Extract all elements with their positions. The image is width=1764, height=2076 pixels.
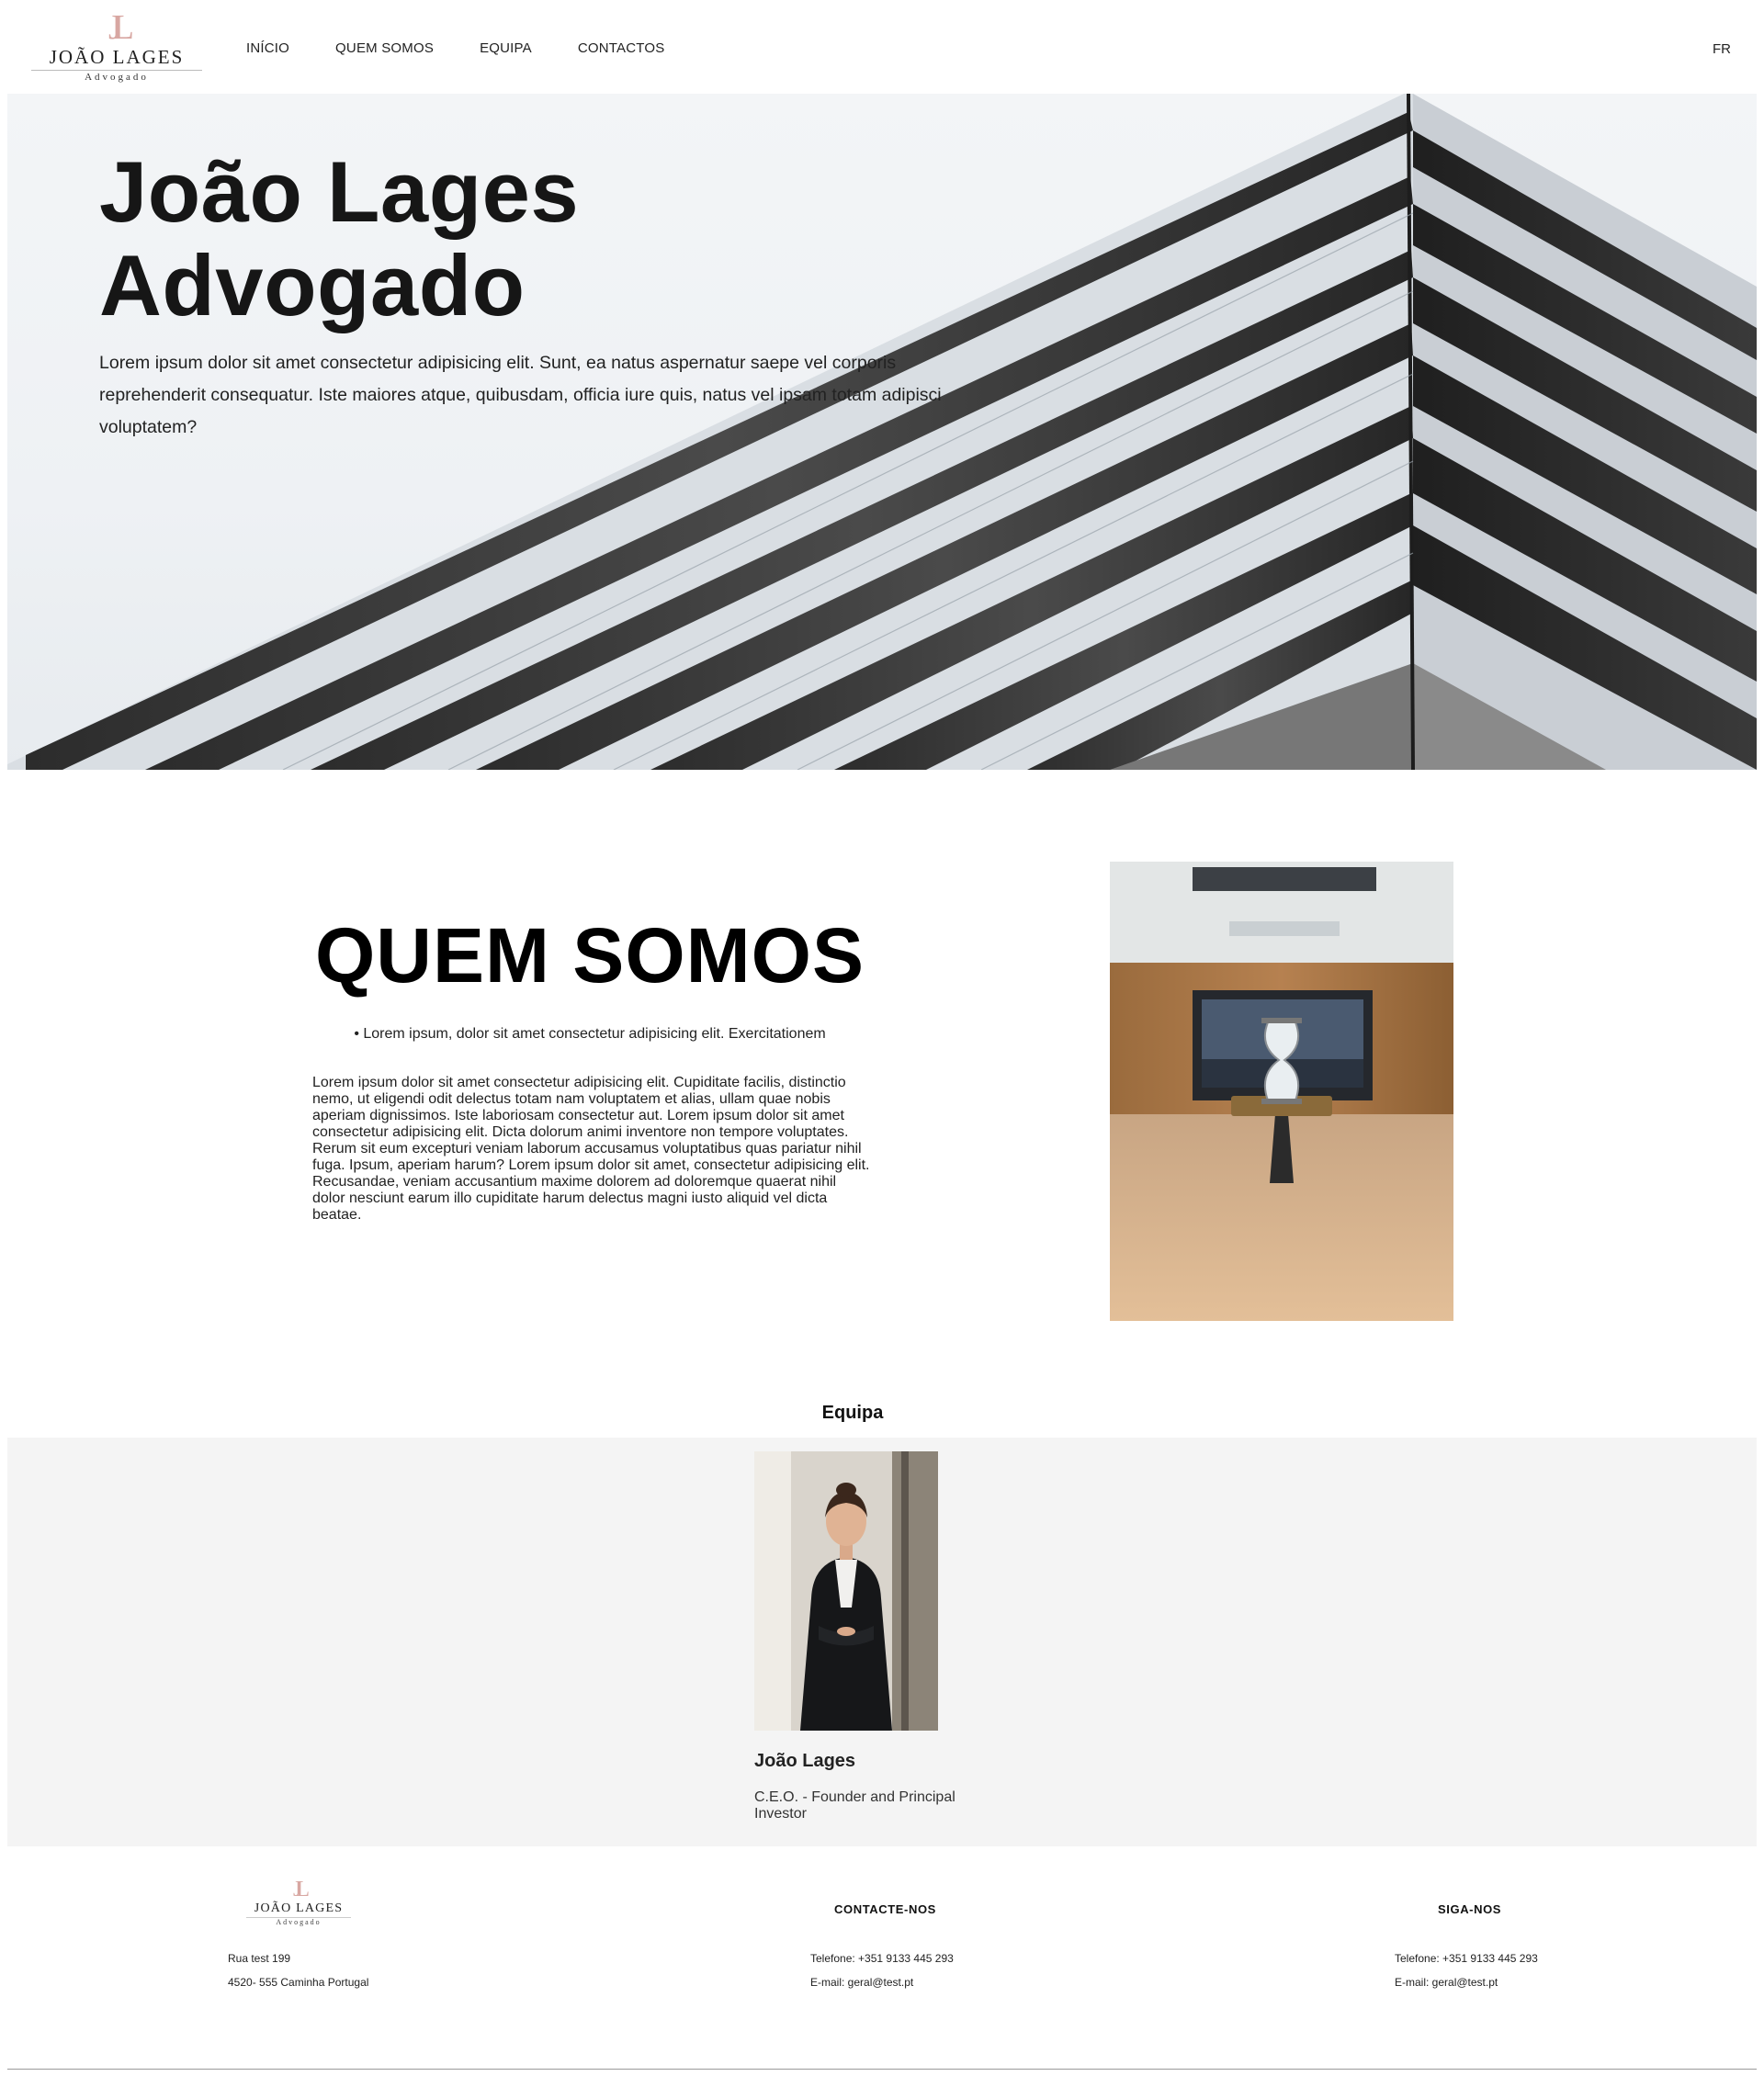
logo-name: JOÃO LAGES	[49, 46, 185, 68]
hero-description: Lorem ipsum dolor sit amet consectetur a…	[99, 353, 942, 437]
footer-logo-divider	[246, 1917, 351, 1918]
footer-logo-monogram: JL	[293, 1878, 310, 1901]
nav-link-equipa[interactable]: EQUIPA	[480, 40, 532, 56]
footer-contact-title: CONTACTE-NOS	[834, 1902, 936, 1916]
footer-address-line1: Rua test 199	[228, 1952, 291, 1965]
footer-follow-phone[interactable]: Telefone: +351 9133 445 293	[1395, 1952, 1538, 1965]
team-member-role: C.E.O. - Founder and Principal Investor	[754, 1789, 956, 1822]
footer-follow-email[interactable]: E-mail: geral@test.pt	[1395, 1976, 1498, 1989]
hero-title-line1: João Lages	[99, 143, 580, 240]
team-member-photo	[754, 1451, 938, 1731]
logo-divider	[31, 70, 202, 71]
footer-contact-phone[interactable]: Telefone: +351 9133 445 293	[810, 1952, 954, 1965]
logo-monogram: JL	[108, 8, 134, 47]
main-nav: INÍCIO QUEM SOMOS EQUIPA CONTACTOS	[246, 40, 710, 56]
hero-title: João Lages Advogado	[99, 145, 981, 333]
footer-address-line2: 4520- 555 Caminha Portugal	[228, 1976, 369, 1989]
logo[interactable]: JL JOÃO LAGES Advogado	[31, 9, 202, 86]
about-title: QUEM SOMOS	[314, 912, 865, 999]
footer-contact-email[interactable]: E-mail: geral@test.pt	[810, 1976, 913, 1989]
about-body: Lorem ipsum dolor sit amet consectetur a…	[312, 1075, 870, 1223]
site-header: JL JOÃO LAGES Advogado INÍCIO QUEM SOMOS…	[0, 0, 1764, 94]
meeting-room-image	[1110, 862, 1453, 1321]
logo-subtitle: Advogado	[85, 72, 149, 83]
about-bullet: • Lorem ipsum, dolor sit amet consectetu…	[354, 1026, 826, 1042]
footer-logo[interactable]: JL JOÃO LAGES Advogado	[246, 1878, 351, 1929]
footer-logo-subtitle: Advogado	[276, 1918, 322, 1926]
hero-title-line2: Advogado	[99, 237, 526, 333]
footer-divider	[7, 2069, 1757, 2070]
nav-link-contactos[interactable]: CONTACTOS	[578, 40, 665, 56]
team-member-name: João Lages	[754, 1751, 856, 1771]
footer-follow-title: SIGA-NOS	[1438, 1902, 1502, 1916]
hero-text-block: João Lages Advogado Lorem ipsum dolor si…	[99, 145, 981, 444]
hero-banner: João Lages Advogado Lorem ipsum dolor si…	[7, 94, 1757, 770]
footer-logo-name: JOÃO LAGES	[254, 1901, 344, 1915]
language-switch[interactable]: FR	[1713, 41, 1731, 57]
nav-link-inicio[interactable]: INÍCIO	[246, 40, 289, 56]
nav-link-quem-somos[interactable]: QUEM SOMOS	[335, 40, 434, 56]
about-bullet-text: Lorem ipsum, dolor sit amet consectetur …	[363, 1026, 826, 1042]
team-heading: Equipa	[821, 1403, 884, 1423]
